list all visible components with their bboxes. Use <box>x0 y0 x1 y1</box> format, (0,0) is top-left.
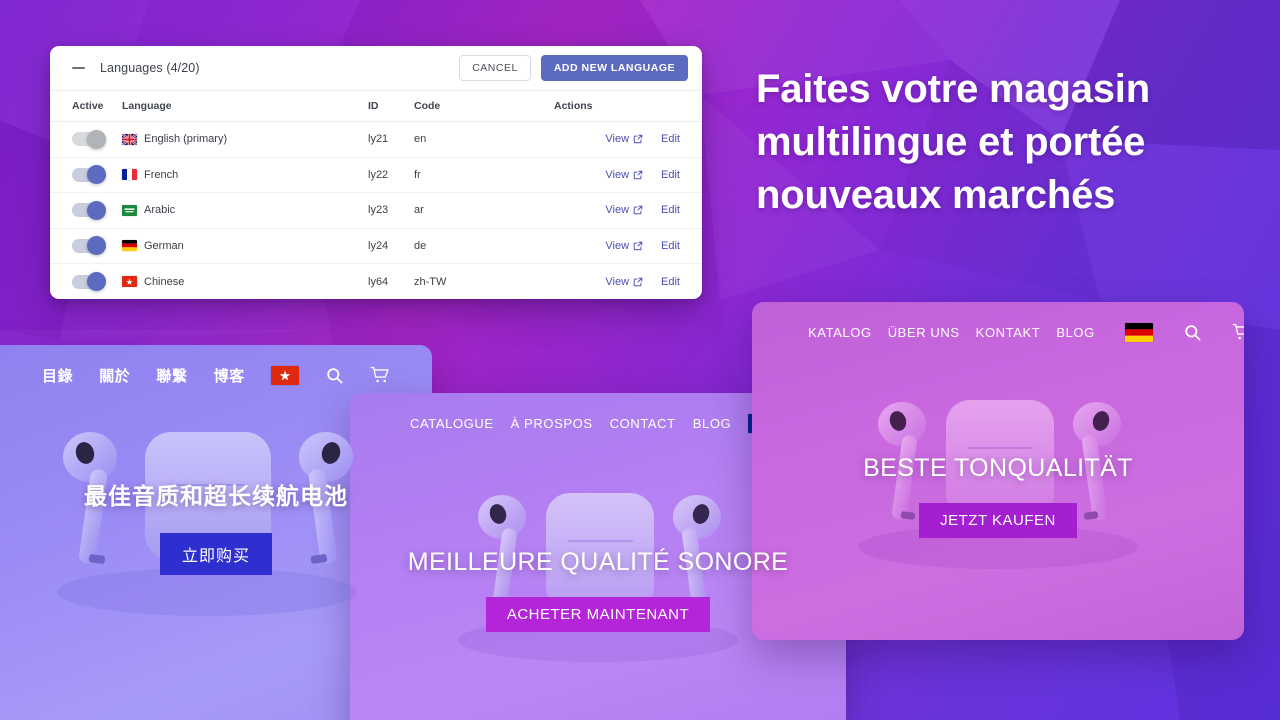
nav-link-about-zh[interactable]: 關於 <box>99 365 130 386</box>
flag-fr-icon <box>122 169 137 181</box>
flag-hk-icon <box>122 276 137 287</box>
language-id: ly24 <box>368 239 389 252</box>
active-toggle[interactable] <box>72 165 106 185</box>
view-link[interactable]: View <box>605 276 643 288</box>
buy-now-button-french[interactable]: ACHETER MAINTENANT <box>485 597 711 632</box>
buy-now-button-chinese[interactable]: 立即购买 <box>159 533 272 575</box>
minus-icon[interactable] <box>72 61 86 75</box>
nav-link-blog-zh[interactable]: 博客 <box>214 365 245 386</box>
hero-title-german: BESTE TONQUALITÄT <box>863 454 1133 482</box>
edit-link[interactable]: Edit <box>661 276 680 288</box>
edit-link[interactable]: Edit <box>661 204 680 216</box>
hero-title-chinese: 最佳音质和超长续航电池 <box>84 483 348 509</box>
search-icon[interactable] <box>1183 323 1202 342</box>
edit-link[interactable]: Edit <box>661 133 680 145</box>
nav-link-katalog-de[interactable]: KATALOG <box>808 325 872 340</box>
panel-header-actions: CANCEL ADD NEW LANGUAGE <box>459 55 688 81</box>
view-link[interactable]: View <box>605 133 643 145</box>
cancel-button[interactable]: CANCEL <box>459 55 531 81</box>
nav-link-catalog-zh[interactable]: 目錄 <box>42 365 73 386</box>
panel-title: Languages (4/20) <box>100 61 200 75</box>
hero-german: BESTE TONQUALITÄT JETZT KAUFEN <box>752 362 1244 569</box>
view-link[interactable]: View <box>605 169 643 181</box>
language-name: German <box>144 239 184 252</box>
promo-banner: Languages (4/20) CANCEL ADD NEW LANGUAGE… <box>0 0 1280 720</box>
cart-icon[interactable] <box>1232 323 1244 342</box>
table-row: French ly22 fr View Edit <box>50 157 702 193</box>
column-header-id: ID <box>368 91 414 122</box>
language-code: de <box>414 239 427 252</box>
column-header-active: Active <box>50 91 122 122</box>
languages-table: Active Language ID Code Actions English … <box>50 91 702 299</box>
edit-link[interactable]: Edit <box>661 240 680 252</box>
table-row: Chinese ly64 zh-TW View Edit <box>50 264 702 300</box>
table-row: German ly24 de View Edit <box>50 228 702 264</box>
earbuds-product-image <box>858 400 1138 569</box>
view-link[interactable]: View <box>605 204 643 216</box>
nav-link-about-de[interactable]: ÜBER UNS <box>888 325 960 340</box>
buy-now-button-german[interactable]: JETZT KAUFEN <box>919 503 1077 538</box>
flag-de-icon <box>122 240 137 252</box>
storefront-card-german: KATALOG ÜBER UNS KONTAKT BLOG BESTE TONQ… <box>752 302 1244 640</box>
language-name: English (primary) <box>144 133 228 146</box>
nav-link-about-fr[interactable]: À PROSPOS <box>511 416 593 431</box>
table-row: English (primary) ly21 en View Edit <box>50 121 702 158</box>
cart-icon[interactable] <box>370 366 390 385</box>
view-link[interactable]: View <box>605 240 643 252</box>
flag-gb-icon <box>122 133 137 145</box>
language-code: fr <box>414 168 421 181</box>
language-id: ly23 <box>368 204 389 217</box>
language-id: ly64 <box>368 275 389 288</box>
column-header-actions: Actions <box>554 91 702 122</box>
languages-panel: Languages (4/20) CANCEL ADD NEW LANGUAGE… <box>50 46 702 299</box>
flag-de-icon[interactable] <box>1124 322 1153 342</box>
table-body: English (primary) ly21 en View Edit French ly2… <box>50 121 702 300</box>
column-header-code: Code <box>414 91 554 122</box>
table-header: Active Language ID Code Actions <box>50 91 702 122</box>
nav-link-contact-de[interactable]: KONTAKT <box>976 325 1041 340</box>
language-id: ly21 <box>368 133 389 146</box>
active-toggle[interactable] <box>72 129 106 149</box>
flag-sa-icon <box>122 204 137 216</box>
language-id: ly22 <box>368 168 389 181</box>
language-name: Arabic <box>144 204 176 217</box>
hero-title-french: MEILLEURE QUALITÉ SONORE <box>407 548 789 576</box>
language-code: zh-TW <box>414 275 447 288</box>
nav-link-contact-zh[interactable]: 聯繫 <box>156 365 187 386</box>
panel-header: Languages (4/20) CANCEL ADD NEW LANGUAGE <box>50 46 702 91</box>
active-toggle[interactable] <box>72 236 106 256</box>
promo-headline: Faites votre magasin multilingue et port… <box>756 67 1150 217</box>
active-toggle[interactable] <box>72 272 106 291</box>
language-name: Chinese <box>144 275 185 288</box>
language-code: en <box>414 133 427 146</box>
edit-link[interactable]: Edit <box>661 169 680 181</box>
add-new-language-button[interactable]: ADD NEW LANGUAGE <box>540 55 688 81</box>
column-header-language: Language <box>122 91 368 122</box>
nav-link-contact-fr[interactable]: CONTACT <box>610 416 676 431</box>
search-icon[interactable] <box>325 366 344 385</box>
language-code: ar <box>414 204 424 217</box>
nav-link-blog-fr[interactable]: BLOG <box>693 416 732 431</box>
language-name: French <box>144 168 179 181</box>
table-row: Arabic ly23 ar View Edit <box>50 192 702 229</box>
nav-link-blog-de[interactable]: BLOG <box>1056 325 1095 340</box>
flag-hk-icon[interactable] <box>270 365 299 385</box>
active-toggle[interactable] <box>72 200 106 220</box>
